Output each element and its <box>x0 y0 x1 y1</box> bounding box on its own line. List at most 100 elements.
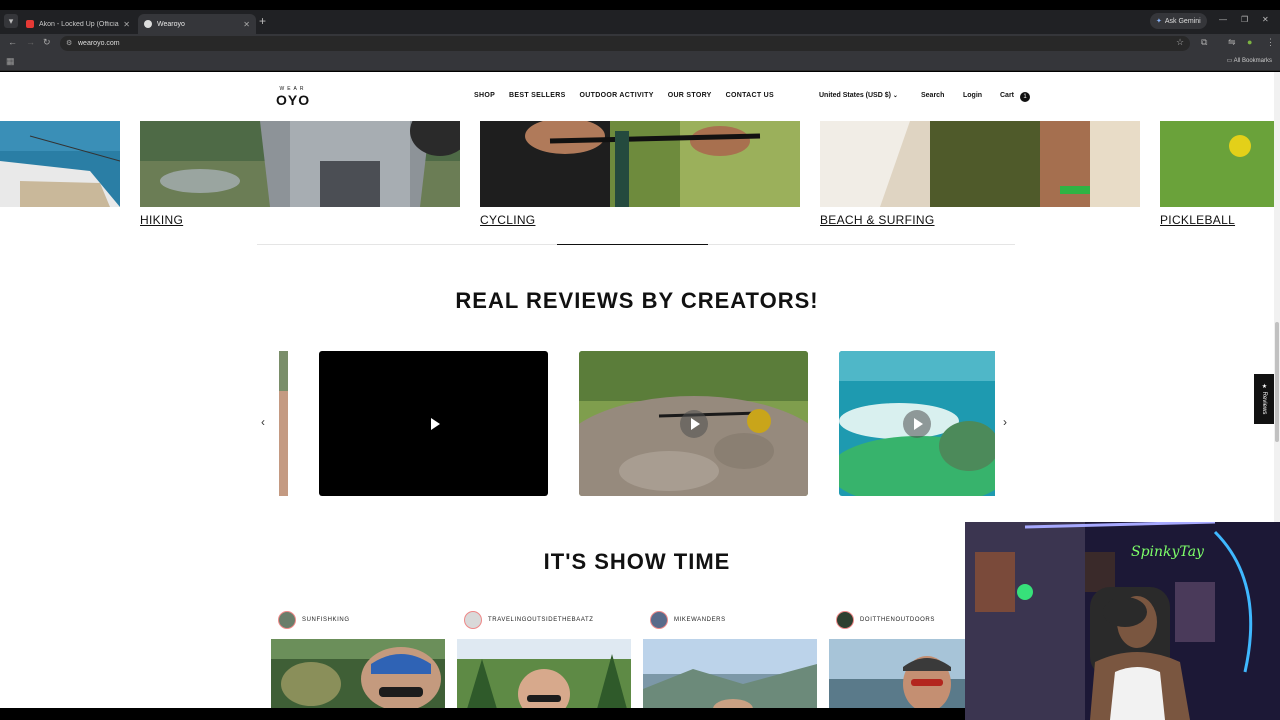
activity-cycling-link[interactable]: CYCLING <box>480 213 535 227</box>
window-close-icon[interactable]: ✕ <box>1262 15 1269 24</box>
ask-gemini-label: Ask Gemini <box>1164 17 1201 25</box>
logo-mark: OYO <box>276 92 311 108</box>
travel-photo <box>457 639 631 708</box>
bookmark-star-icon[interactable]: ☆ <box>1176 37 1184 48</box>
cycling-image[interactable] <box>480 121 800 207</box>
pickleball-image[interactable] <box>1160 121 1274 207</box>
creator-avatar <box>464 611 482 629</box>
chevron-down-icon: ⌄ <box>892 93 898 99</box>
nav-contact-us[interactable]: CONTACT US <box>726 92 774 99</box>
gemini-spark-icon: ✦ <box>1156 18 1162 25</box>
creator-handle[interactable]: DOITTHENOUTDOORS <box>836 611 935 629</box>
fishing-photo <box>271 639 445 708</box>
creator-video-thumb[interactable] <box>457 639 631 708</box>
close-tab-icon[interactable]: ✕ <box>243 20 250 29</box>
tab-title: Akon - Locked Up (Official Mu <box>39 20 120 28</box>
beach-photo <box>820 121 1140 207</box>
back-arrow-icon[interactable]: ← <box>8 37 17 47</box>
cycling-photo <box>480 121 800 207</box>
beach-surfing-image[interactable] <box>820 121 1140 207</box>
extension-icon[interactable]: ⇋ <box>1228 37 1236 48</box>
site-logo[interactable]: WEAR OYO <box>276 86 310 110</box>
reload-icon[interactable]: ↻ <box>43 37 51 48</box>
webcam-overlay: SpinkyTay <box>965 522 1280 720</box>
activity-hiking-link[interactable]: HIKING <box>140 213 183 227</box>
bookmarks-bar: ▦ ▭ All Bookmarks <box>0 52 1280 71</box>
forward-arrow-icon[interactable]: → <box>26 37 35 47</box>
screen-bottom-edge <box>0 708 965 720</box>
video-card-partial[interactable] <box>279 351 288 496</box>
creator-avatar <box>278 611 296 629</box>
site-info-icon[interactable]: ⚙ <box>66 36 72 51</box>
close-tab-icon[interactable]: ✕ <box>123 20 130 29</box>
hiking-image[interactable] <box>140 121 460 207</box>
play-icon[interactable] <box>679 409 708 438</box>
extensions-icon[interactable]: ⧉ <box>1201 37 1207 48</box>
currency-selector[interactable]: United States (USD $) ⌄ <box>819 92 898 99</box>
outdoors-photo <box>829 639 965 708</box>
url-text: wearoyo.com <box>78 40 120 47</box>
tab-title: Wearoyo <box>157 20 185 28</box>
login-link[interactable]: Login <box>963 92 982 99</box>
reviews-side-tab[interactable]: ★ Reviews <box>1254 374 1274 424</box>
site-header: WEAR OYO SHOP BEST SELLERS OUTDOOR ACTIV… <box>0 72 1274 120</box>
site-favicon-icon <box>144 20 152 28</box>
browser-toolbar: ← → ↻ ⚙ wearoyo.com ☆ ⧉ ⇋ ● ⋮ <box>0 34 1280 52</box>
creator-handle[interactable]: SUNFISHKING <box>278 611 350 629</box>
carousel-next-button[interactable]: › <box>1003 415 1007 429</box>
activity-pickleball-link[interactable]: PICKLEBALL <box>1160 213 1235 227</box>
currency-label: United States (USD $) <box>819 92 891 99</box>
creator-handle[interactable]: TRAVELINGOUTSIDETHEBAATZ <box>464 611 594 629</box>
apps-grid-icon[interactable]: ▦ <box>6 56 15 67</box>
nav-best-sellers[interactable]: BEST SELLERS <box>509 92 566 99</box>
partial-video-thumb <box>279 351 288 496</box>
minimize-icon[interactable]: — <box>1219 15 1227 24</box>
neon-sign-text: SpinkyTay <box>1131 544 1205 560</box>
all-bookmarks-button[interactable]: ▭ All Bookmarks <box>1227 57 1272 64</box>
carousel-progress-indicator <box>557 244 708 245</box>
video-card[interactable] <box>839 351 995 496</box>
pickleball-photo <box>1160 121 1274 207</box>
nav-our-story[interactable]: OUR STORY <box>668 92 712 99</box>
search-link[interactable]: Search <box>921 92 944 99</box>
creator-avatar <box>836 611 854 629</box>
tab-search-icon[interactable]: ▾ <box>4 14 18 28</box>
creator-video-thumb[interactable] <box>643 639 817 708</box>
video-card[interactable] <box>319 351 548 496</box>
restore-icon[interactable]: ❐ <box>1241 15 1248 24</box>
sailing-photo <box>0 121 120 207</box>
sailing-image[interactable] <box>0 121 120 207</box>
folder-icon: ▭ <box>1226 58 1233 64</box>
mountain-photo <box>643 639 817 708</box>
play-icon[interactable] <box>903 409 931 438</box>
browser-tab-bar: ▾ Akon - Locked Up (Official Mu ✕ Wearoy… <box>0 10 1280 34</box>
hiking-photo <box>140 121 460 207</box>
ask-gemini-button[interactable]: ✦ Ask Gemini <box>1150 13 1207 29</box>
video-card[interactable] <box>579 351 808 496</box>
creator-name: MIKEWANDERS <box>674 617 726 623</box>
profile-avatar-icon[interactable]: ● <box>1247 37 1252 47</box>
new-tab-button[interactable]: + <box>259 14 266 28</box>
youtube-favicon-icon <box>26 20 34 28</box>
nav-shop[interactable]: SHOP <box>474 92 495 99</box>
tab-akon[interactable]: Akon - Locked Up (Official Mu ✕ <box>20 14 136 34</box>
play-icon[interactable] <box>420 410 448 438</box>
nav-outdoor-activity[interactable]: OUTDOOR ACTIVITY <box>580 92 654 99</box>
cart-link[interactable]: Cart <box>1000 92 1014 99</box>
streamer-webcam-feed: SpinkyTay <box>965 522 1280 720</box>
reviews-section-title: REAL REVIEWS BY CREATORS! <box>455 288 819 313</box>
main-nav: SHOP BEST SELLERS OUTDOOR ACTIVITY OUR S… <box>474 92 774 99</box>
creator-video-thumb[interactable] <box>271 639 445 708</box>
activity-beach-surfing-link[interactable]: BEACH & SURFING <box>820 213 935 227</box>
more-menu-icon[interactable]: ⋮ <box>1266 37 1275 48</box>
address-bar[interactable]: ⚙ wearoyo.com <box>60 36 1190 51</box>
creator-name: SUNFISHKING <box>302 617 350 623</box>
carousel-prev-button[interactable]: ‹ <box>261 415 265 429</box>
cart-count-badge: 1 <box>1020 92 1030 102</box>
tab-wearoyo[interactable]: Wearoyo ✕ <box>138 14 256 34</box>
creator-name: TRAVELINGOUTSIDETHEBAATZ <box>488 617 594 623</box>
scrollbar-thumb[interactable] <box>1275 322 1279 442</box>
creator-name: DOITTHENOUTDOORS <box>860 617 935 623</box>
creator-handle[interactable]: MIKEWANDERS <box>650 611 726 629</box>
creator-video-thumb[interactable] <box>829 639 965 708</box>
